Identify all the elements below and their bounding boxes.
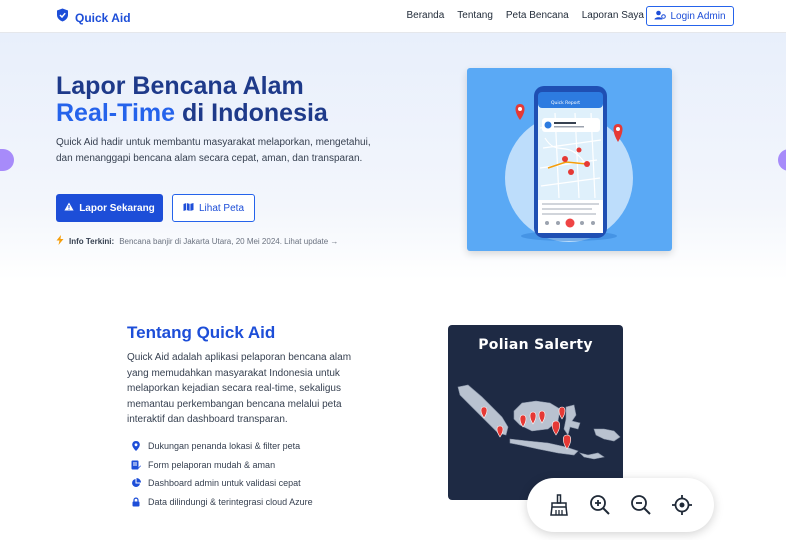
nav-link-peta-bencana[interactable]: Peta Bencana	[506, 10, 569, 21]
locate-icon[interactable]	[669, 492, 695, 518]
map-toolbar	[527, 478, 714, 532]
shield-icon	[56, 8, 69, 27]
lapor-sekarang-label: Lapor Sekarang	[79, 202, 155, 214]
feature-item: Dukungan penanda lokasi & filter peta	[131, 437, 313, 456]
feature-list: Dukungan penanda lokasi & filter peta Fo…	[131, 437, 313, 511]
feature-text: Data dilindungi & terintegrasi cloud Azu…	[148, 496, 313, 507]
lihat-peta-label: Lihat Peta	[198, 202, 245, 214]
zoom-in-icon[interactable]	[587, 492, 613, 518]
info-terkini: Info Terkini: Bencana banjir di Jakarta …	[56, 235, 338, 247]
feature-item: Dashboard admin untuk validasi cepat	[131, 474, 313, 493]
feature-item: Data dilindungi & terintegrasi cloud Azu…	[131, 493, 313, 512]
lightning-icon	[56, 235, 64, 247]
about-title: Tentang Quick Aid	[127, 323, 276, 342]
nav-links: Beranda Tentang Peta Bencana Laporan Say…	[406, 10, 644, 21]
navbar: Quick Aid Beranda Tentang Peta Bencana L…	[0, 0, 786, 33]
pie-chart-icon	[131, 478, 141, 488]
feature-text: Dashboard admin untuk validasi cepat	[148, 478, 301, 489]
map-pin-icon	[131, 441, 141, 452]
map-icon	[183, 202, 194, 215]
hero-title-line1: Lapor Bencana Alam	[56, 72, 304, 100]
feature-item: Form pelaporan mudah & aman	[131, 456, 313, 475]
form-icon	[131, 460, 141, 470]
nav-link-tentang[interactable]: Tentang	[457, 10, 493, 21]
brand-name: Quick Aid	[75, 10, 131, 25]
zoom-out-icon[interactable]	[628, 492, 654, 518]
feature-text: Dukungan penanda lokasi & filter peta	[148, 441, 301, 452]
about-description: Quick Aid adalah aplikasi pelaporan benc…	[127, 352, 352, 425]
feature-text: Form pelaporan mudah & aman	[148, 459, 276, 470]
lapor-sekarang-button[interactable]: Lapor Sekarang	[56, 194, 163, 222]
nav-link-laporan-saya[interactable]: Laporan Saya	[582, 10, 644, 21]
login-admin-button[interactable]: Login Admin	[646, 6, 734, 26]
warning-icon	[64, 202, 74, 214]
hero-description: Quick Aid hadir untuk membantu masyaraka…	[56, 137, 371, 164]
info-label: Info Terkini:	[69, 236, 115, 246]
login-admin-label: Login Admin	[670, 10, 726, 22]
phone-app-title: Quick Report	[551, 100, 580, 106]
lock-icon	[131, 497, 141, 507]
hero-title: Lapor Bencana Alam Real-Time di Indonesi…	[56, 73, 328, 127]
user-cog-icon	[654, 10, 667, 23]
disaster-map-card: Polian Salerty	[448, 325, 623, 500]
hero-title-line2: Real-Time di Indonesia	[56, 100, 328, 127]
brand-logo[interactable]: Quick Aid	[56, 8, 131, 27]
info-text[interactable]: Bencana banjir di Jakarta Utara, 20 Mei …	[119, 237, 338, 246]
hero-illustration: Quick Report	[467, 68, 672, 251]
hero-section: Lapor Bencana Alam Real-Time di Indonesi…	[0, 33, 786, 280]
broom-icon[interactable]	[546, 492, 572, 518]
nav-link-beranda[interactable]: Beranda	[406, 10, 444, 21]
lihat-peta-button[interactable]: Lihat Peta	[172, 194, 255, 222]
hero-title-rest: di Indonesia	[175, 99, 328, 127]
hero-title-accent: Real-Time	[56, 99, 176, 127]
